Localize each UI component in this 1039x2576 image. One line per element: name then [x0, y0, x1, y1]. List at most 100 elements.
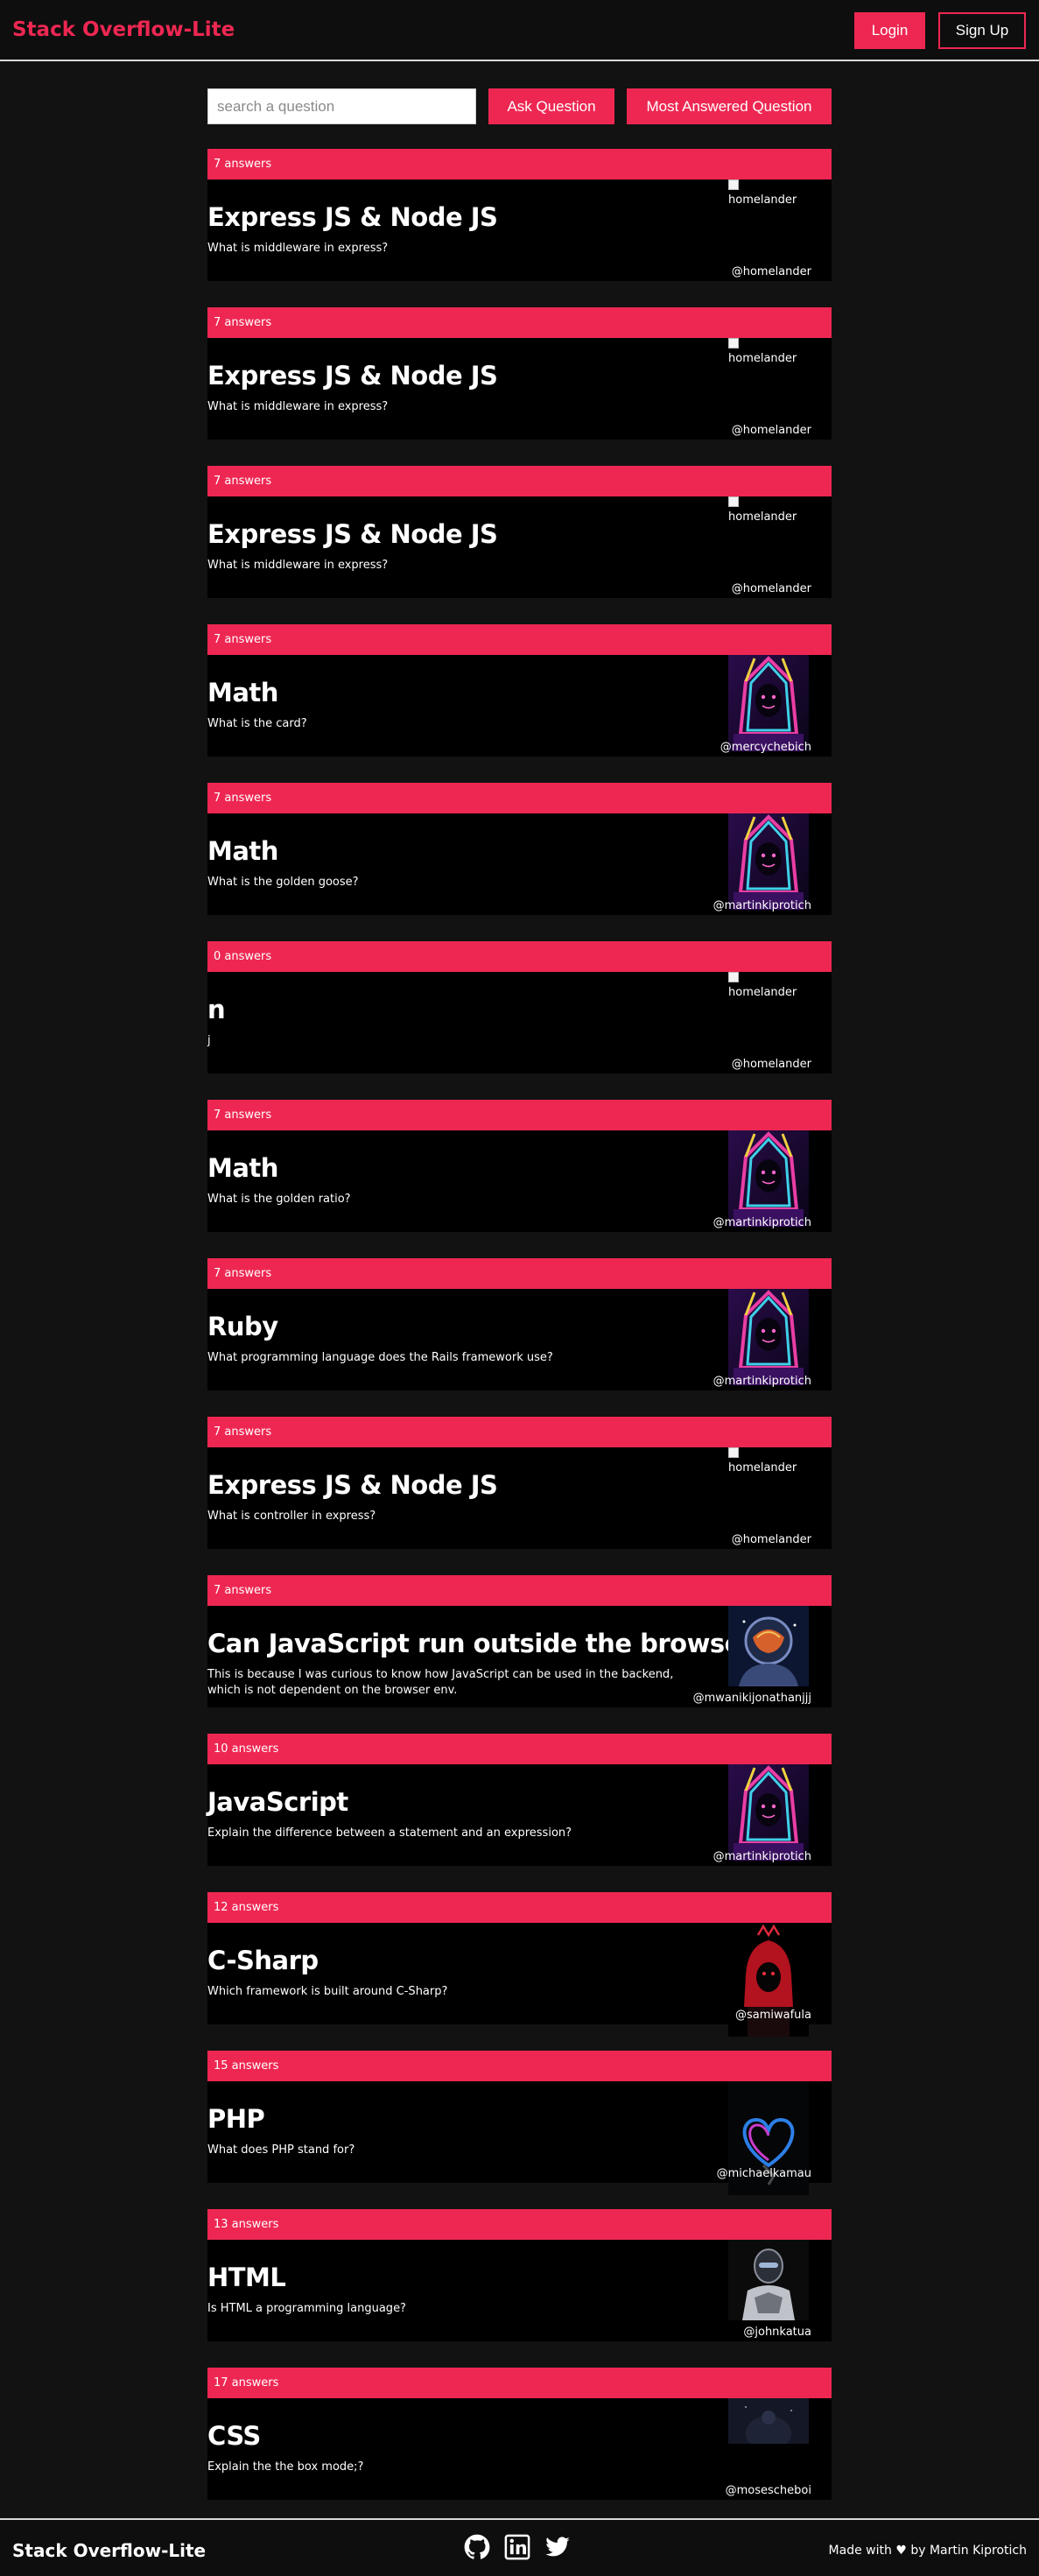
author-username[interactable]: @mercychebich [720, 741, 811, 754]
avatar[interactable] [728, 655, 809, 751]
question-card[interactable]: 10 answers JavaScript Explain the differ… [207, 1734, 832, 1892]
credit-suffix: by Martin Kiprotich [910, 2544, 1027, 2558]
author-username[interactable]: @johnkatua [743, 2326, 811, 2339]
linkedin-icon[interactable] [504, 2534, 530, 2560]
author-username[interactable]: @homelander [732, 265, 811, 278]
brand-logo[interactable]: Stack Overflow-Lite [12, 18, 235, 41]
question-card[interactable]: 15 answers PHP What does PHP stand for? … [207, 2051, 832, 2209]
question-card[interactable]: 13 answers HTML Is HTML a programming la… [207, 2209, 832, 2368]
question-title[interactable]: Express JS & Node JS [207, 519, 498, 549]
broken-image-icon [728, 179, 739, 190]
answers-count: 17 answers [207, 2368, 832, 2398]
question-title[interactable]: PHP [207, 2104, 265, 2134]
question-title[interactable]: Express JS & Node JS [207, 1470, 498, 1500]
question-card[interactable]: 17 answers CSS Explain the the box mode;… [207, 2368, 832, 2526]
author-username[interactable]: @mwanikijonathanjjj [693, 1692, 811, 1705]
author-username[interactable]: @michaelkamau [717, 2167, 811, 2180]
question-card[interactable]: 7 answers Express JS & Node JS What is m… [207, 307, 832, 466]
author-username[interactable]: @homelander [732, 424, 811, 437]
question-text: Explain the the box mode;? [207, 2460, 364, 2474]
question-card[interactable]: 7 answers Math What is the card? @mercyc… [207, 624, 832, 783]
avatar[interactable] [728, 1289, 809, 1385]
question-card[interactable]: 7 answers Express JS & Node JS What is m… [207, 466, 832, 624]
answers-count: 7 answers [207, 783, 832, 813]
question-body: PHP What does PHP stand for? @michaelkam… [207, 2081, 832, 2195]
question-body: Math What is the golden ratio? @martinki… [207, 1130, 832, 1232]
answers-count: 7 answers [207, 466, 832, 496]
question-body: JavaScript Explain the difference betwee… [207, 1764, 832, 1866]
question-title[interactable]: Ruby [207, 1312, 278, 1341]
question-title[interactable]: C-Sharp [207, 1946, 319, 1975]
answers-count: 7 answers [207, 307, 832, 338]
avatar[interactable] [728, 1606, 809, 1686]
author-username[interactable]: @martinkiprotich [713, 899, 811, 912]
author-username[interactable]: @samiwafula [735, 2009, 811, 2022]
question-title[interactable]: Math [207, 678, 278, 707]
author-username[interactable]: @martinkiprotich [713, 1850, 811, 1863]
question-text: Is HTML a programming language? [207, 2302, 406, 2315]
question-title[interactable]: CSS [207, 2421, 261, 2451]
avatar-broken-image: homelander [728, 338, 809, 373]
question-title[interactable]: Express JS & Node JS [207, 361, 498, 391]
avatar[interactable] [728, 813, 809, 910]
author-username[interactable]: @homelander [732, 582, 811, 595]
footer-brand: Stack Overflow-Lite [12, 2540, 207, 2561]
author-username[interactable]: @martinkiprotich [713, 1375, 811, 1388]
question-card[interactable]: 7 answers Ruby What programming language… [207, 1258, 832, 1417]
broken-image-icon [728, 1447, 739, 1458]
answers-count: 7 answers [207, 1258, 832, 1289]
github-icon[interactable] [464, 2534, 490, 2560]
author-username[interactable]: @homelander [732, 1058, 811, 1071]
question-body: Express JS & Node JS What is middleware … [207, 496, 832, 598]
author-username[interactable]: @martinkiprotich [713, 1216, 811, 1229]
question-title[interactable]: Math [207, 836, 278, 866]
footer-credit: Made with ♥ by Martin Kiprotich [829, 2544, 1027, 2558]
question-card[interactable]: 12 answers C-Sharp Which framework is bu… [207, 1892, 832, 2051]
credit-prefix: Made with [828, 2544, 892, 2558]
question-body: Math What is the golden goose? @martinki… [207, 813, 832, 915]
question-title[interactable]: HTML [207, 2263, 286, 2292]
question-card[interactable]: 7 answers Express JS & Node JS What is m… [207, 149, 832, 307]
question-card[interactable]: 7 answers Express JS & Node JS What is c… [207, 1417, 832, 1575]
question-text: What is the golden ratio? [207, 1193, 351, 1206]
question-card[interactable]: 7 answers Can JavaScript run outside the… [207, 1575, 832, 1734]
question-text: What is controller in express? [207, 1510, 376, 1523]
author-username[interactable]: @mosescheboi [726, 2484, 811, 2497]
question-text: What is middleware in express? [207, 559, 389, 572]
login-button[interactable]: Login [854, 12, 925, 49]
search-input[interactable] [207, 88, 476, 124]
question-body: Ruby What programming language does the … [207, 1289, 832, 1390]
author-username[interactable]: @homelander [732, 1533, 811, 1546]
broken-image-icon [728, 972, 739, 982]
avatar[interactable] [728, 1764, 809, 1861]
avatar-broken-image: homelander [728, 972, 809, 1007]
question-body: Express JS & Node JS What is controller … [207, 1447, 832, 1549]
avatar-alt-text: homelander [728, 194, 797, 207]
answers-count: 12 answers [207, 1892, 832, 1923]
avatar-broken-image: homelander [728, 496, 809, 531]
question-text: Explain the difference between a stateme… [207, 1826, 572, 1840]
answers-count: 7 answers [207, 624, 832, 655]
avatar[interactable] [728, 2398, 809, 2444]
question-title[interactable]: Can JavaScript run outside the browser? [207, 1629, 768, 1658]
signup-button[interactable]: Sign Up [938, 12, 1026, 49]
question-card[interactable]: 7 answers Math What is the golden goose?… [207, 783, 832, 941]
question-text: This is because I was curious to know ho… [207, 1668, 674, 1697]
ask-question-button[interactable]: Ask Question [488, 88, 614, 124]
twitter-icon[interactable] [544, 2534, 571, 2560]
answers-count: 7 answers [207, 149, 832, 179]
heart-icon: ♥ [895, 2544, 907, 2558]
avatar[interactable] [728, 2240, 809, 2320]
question-title[interactable]: n [207, 995, 226, 1024]
question-body: n j homelander @homelander [207, 972, 832, 1073]
question-card[interactable]: 7 answers Math What is the golden ratio?… [207, 1100, 832, 1258]
question-title[interactable]: Express JS & Node JS [207, 202, 498, 232]
avatar-alt-text: homelander [728, 1461, 797, 1475]
avatar[interactable] [728, 1130, 809, 1227]
question-card[interactable]: 0 answers n j homelander @homelander [207, 941, 832, 1100]
question-title[interactable]: JavaScript [207, 1787, 348, 1817]
answers-count: 7 answers [207, 1417, 832, 1447]
question-title[interactable]: Math [207, 1153, 278, 1183]
question-text: What is middleware in express? [207, 242, 389, 255]
most-answered-button[interactable]: Most Answered Question [627, 88, 832, 124]
